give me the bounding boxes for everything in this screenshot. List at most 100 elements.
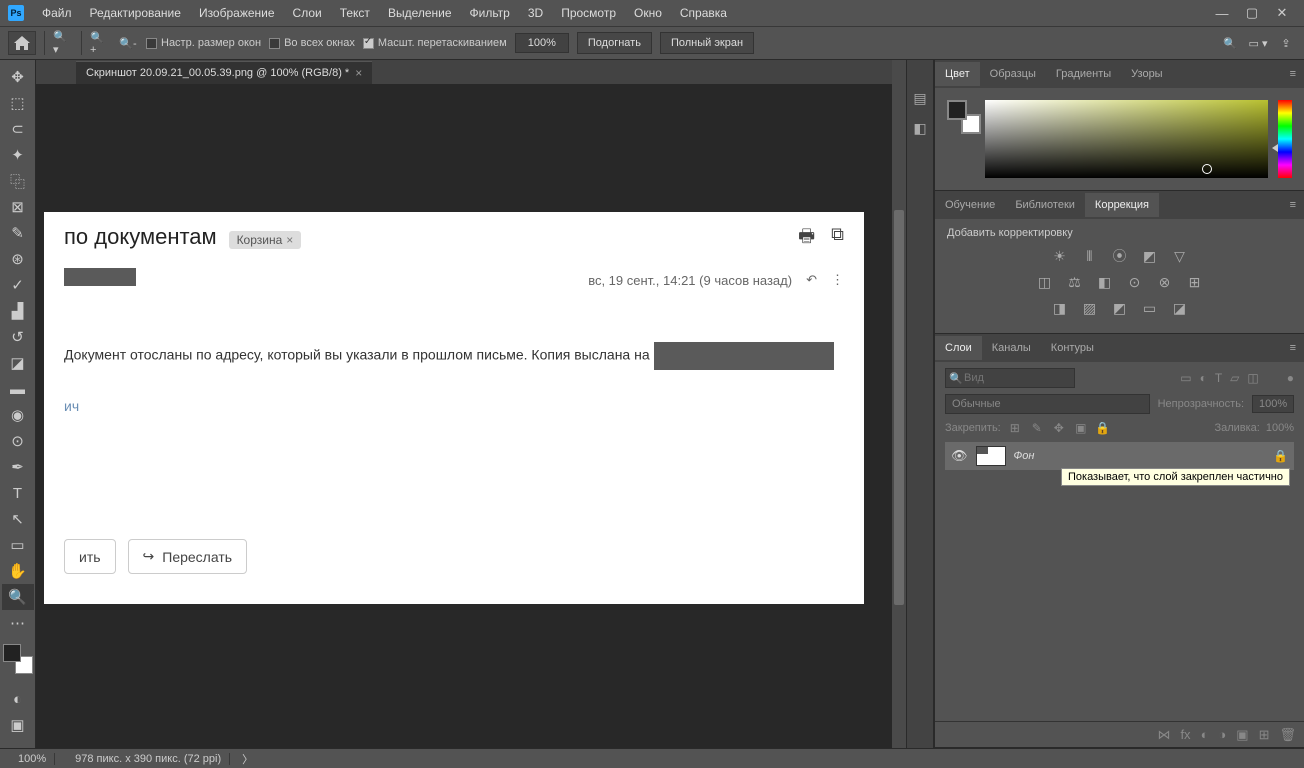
filter-smart-icon[interactable]: ◫ xyxy=(1247,371,1258,385)
eraser-tool[interactable]: ◪ xyxy=(2,350,34,376)
lasso-tool[interactable]: ⊂ xyxy=(2,116,34,142)
fit-screen-button[interactable]: Подогнать xyxy=(577,32,652,54)
curves-icon[interactable]: ⦿ xyxy=(1110,247,1130,265)
menu-filter[interactable]: Фильтр xyxy=(462,2,518,24)
menu-file[interactable]: Файл xyxy=(34,2,80,24)
panel-menu-icon[interactable]: ≡ xyxy=(1282,342,1304,354)
tab-channels[interactable]: Каналы xyxy=(982,336,1041,360)
colorlookup-icon[interactable]: ⊞ xyxy=(1185,273,1205,291)
reply-button[interactable]: ить xyxy=(64,539,116,574)
hue-icon[interactable]: ◫ xyxy=(1035,273,1055,291)
zoom-out-icon[interactable]: 🔍- xyxy=(118,33,138,53)
resize-windows-check[interactable]: Настр. размер окон xyxy=(146,37,261,49)
tab-layers[interactable]: Слои xyxy=(935,336,982,360)
tab-swatches[interactable]: Образцы xyxy=(980,62,1046,86)
marquee-tool[interactable]: ⬚ xyxy=(2,90,34,116)
window-minimize[interactable]: — xyxy=(1208,3,1236,23)
filter-pixel-icon[interactable]: ▭ xyxy=(1180,371,1191,385)
menu-view[interactable]: Просмотр xyxy=(553,2,624,24)
dodge-tool[interactable]: ⊙ xyxy=(2,428,34,454)
share-icon[interactable]: ⇪ xyxy=(1276,33,1296,53)
foreground-color-swatch[interactable] xyxy=(3,644,21,662)
photofilter-icon[interactable]: ⊙ xyxy=(1125,273,1145,291)
scrubby-zoom-check[interactable]: Масшт. перетаскиванием xyxy=(363,37,507,49)
posterize-icon[interactable]: ▨ xyxy=(1080,299,1100,317)
color-field[interactable] xyxy=(985,100,1268,178)
layer-mask-icon[interactable]: ◐ xyxy=(1201,727,1209,742)
tab-adjustments[interactable]: Коррекция xyxy=(1085,193,1159,217)
balance-icon[interactable]: ⚖ xyxy=(1065,273,1085,291)
more-tools[interactable]: ⋯ xyxy=(2,610,34,636)
window-close[interactable]: ✕ xyxy=(1268,3,1296,23)
link-layers-icon[interactable]: ⋈ xyxy=(1157,727,1170,743)
brightness-icon[interactable]: ☀ xyxy=(1050,247,1070,265)
hue-slider[interactable] xyxy=(1278,100,1292,178)
history-brush-tool[interactable]: ↺ xyxy=(2,324,34,350)
exposure-icon[interactable]: ◩ xyxy=(1140,247,1160,265)
pen-tool[interactable]: ✒ xyxy=(2,454,34,480)
scrollbar-thumb[interactable] xyxy=(894,210,904,605)
document-tab[interactable]: Скриншот 20.09.21_00.05.39.png @ 100% (R… xyxy=(76,61,372,84)
path-select-tool[interactable]: ↖ xyxy=(2,506,34,532)
open-external-icon[interactable]: ⧉ xyxy=(831,224,844,254)
invert-icon[interactable]: ◨ xyxy=(1050,299,1070,317)
filter-toggle[interactable]: ● xyxy=(1287,371,1294,385)
lock-artboard-icon[interactable]: ▣ xyxy=(1073,420,1089,436)
forward-button[interactable]: ↪Переслать xyxy=(128,539,248,574)
workspace-icon[interactable]: ▭ ▾ xyxy=(1248,33,1268,53)
selective-icon[interactable]: ◪ xyxy=(1170,299,1190,317)
canvas-area[interactable]: Скриншот 20.09.21_00.05.39.png @ 100% (R… xyxy=(36,60,906,748)
tab-libraries[interactable]: Библиотеки xyxy=(1005,193,1085,217)
zoom-value[interactable]: 100% xyxy=(515,33,569,53)
tab-patterns[interactable]: Узоры xyxy=(1121,62,1172,86)
zoom-tool-icon[interactable]: 🔍 ▾ xyxy=(53,33,73,53)
visibility-icon[interactable]: 👁 xyxy=(951,448,968,464)
gradientmap-icon[interactable]: ▭ xyxy=(1140,299,1160,317)
type-tool[interactable]: T xyxy=(2,480,34,506)
zoom-in-icon[interactable]: 🔍+ xyxy=(90,33,110,53)
new-adjustment-icon[interactable]: ◑ xyxy=(1218,727,1226,742)
heal-tool[interactable]: ⊛ xyxy=(2,246,34,272)
layer-name[interactable]: Фон xyxy=(1014,450,1035,462)
history-panel-icon[interactable]: ▤ xyxy=(910,88,930,108)
layer-filter-input[interactable] xyxy=(945,368,1075,388)
zoom-tool[interactable]: 🔍 xyxy=(2,584,34,610)
vibrance-icon[interactable]: ▽ xyxy=(1170,247,1190,265)
menu-window[interactable]: Окно xyxy=(626,2,670,24)
fill-value[interactable]: 100% xyxy=(1266,422,1294,434)
layer-item[interactable]: 👁 Фон 🔒 Показывает, что слой закреплен ч… xyxy=(945,442,1294,470)
new-group-icon[interactable]: ▣ xyxy=(1236,727,1248,743)
wand-tool[interactable]: ✦ xyxy=(2,142,34,168)
shape-tool[interactable]: ▭ xyxy=(2,532,34,558)
lock-pixels-icon[interactable]: ✎ xyxy=(1029,420,1045,436)
vertical-scrollbar[interactable] xyxy=(892,60,906,748)
window-maximize[interactable]: ▢ xyxy=(1238,3,1266,23)
lock-transparency-icon[interactable]: ⊞ xyxy=(1007,420,1023,436)
delete-layer-icon[interactable]: 🗑 xyxy=(1279,727,1296,743)
screenmode-tool[interactable]: ▣ xyxy=(2,712,34,738)
bw-icon[interactable]: ◧ xyxy=(1095,273,1115,291)
color-swatches[interactable] xyxy=(3,644,33,674)
home-button[interactable] xyxy=(8,31,36,55)
menu-select[interactable]: Выделение xyxy=(380,2,460,24)
more-icon[interactable]: ⋮ xyxy=(831,272,844,288)
blur-tool[interactable]: ◉ xyxy=(2,402,34,428)
print-icon[interactable]: 🖶 xyxy=(798,224,815,254)
tab-learn[interactable]: Обучение xyxy=(935,193,1005,217)
email-folder-tag[interactable]: Корзина× xyxy=(229,231,302,249)
layer-style-icon[interactable]: fx xyxy=(1180,727,1190,742)
tab-paths[interactable]: Контуры xyxy=(1041,336,1104,360)
fullscreen-button[interactable]: Полный экран xyxy=(660,32,754,54)
panel-menu-icon[interactable]: ≡ xyxy=(1282,199,1304,211)
all-windows-check[interactable]: Во всех окнах xyxy=(269,37,355,49)
blend-mode-select[interactable]: Обычные xyxy=(945,394,1150,414)
menu-text[interactable]: Текст xyxy=(332,2,378,24)
channelmix-icon[interactable]: ⊗ xyxy=(1155,273,1175,291)
menu-3d[interactable]: 3D xyxy=(520,2,551,24)
tab-color[interactable]: Цвет xyxy=(935,62,980,86)
brush-tool[interactable]: ✓ xyxy=(2,272,34,298)
levels-icon[interactable]: ⫴ xyxy=(1080,247,1100,265)
crop-tool[interactable]: ⿻ xyxy=(2,168,34,194)
tab-gradients[interactable]: Градиенты xyxy=(1046,62,1121,86)
move-tool[interactable]: ✥ xyxy=(2,64,34,90)
